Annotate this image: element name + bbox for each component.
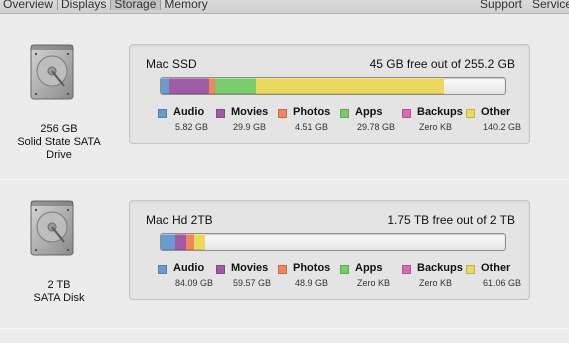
legend-label: Audio — [173, 262, 205, 274]
legend-label: Movies — [231, 106, 269, 118]
drive-capacity: 256 GB — [40, 123, 78, 135]
toolbar: Overview Displays Storage Memory Support… — [0, 0, 569, 14]
legend-label: Other — [481, 262, 511, 274]
drive-type: Solid State SATA — [17, 136, 101, 148]
legend-label: Apps — [355, 106, 383, 118]
drive-capacity: 2 TB — [47, 279, 71, 291]
legend-label: Other — [481, 106, 511, 118]
legend-label: Backups — [417, 106, 463, 118]
legend-label: Movies — [231, 262, 269, 274]
tab-displays[interactable]: Displays — [57, 0, 110, 10]
drive-caption: 256 GB Solid State SATA Drive — [4, 123, 114, 162]
drive-type: SATA Disk — [33, 292, 85, 304]
hard-drive-icon — [28, 200, 76, 256]
legend-swatch — [158, 109, 167, 118]
legend-swatch — [466, 265, 475, 274]
volume-panel: Mac SSD 45 GB free out of 255.2 GB Audio… — [129, 44, 530, 144]
usage-segment-other — [194, 234, 205, 250]
legend-swatch — [216, 265, 225, 274]
legend-swatch — [466, 109, 475, 118]
usage-segment-apps — [215, 78, 256, 94]
usage-segment-audio — [161, 78, 169, 94]
tab-support[interactable]: Support — [475, 0, 527, 10]
tab-memory[interactable]: Memory — [160, 0, 211, 10]
tab-overview[interactable]: Overview — [0, 0, 57, 10]
usage-segment-movies — [168, 78, 210, 94]
legend-size: 84.09 GB — [175, 278, 214, 288]
legend-size: Zero KB — [419, 278, 453, 288]
legend-size: 29.9 GB — [233, 122, 267, 132]
legend-label: Backups — [417, 262, 463, 274]
legend-size: 5.82 GB — [175, 122, 209, 132]
usage-segment-photos — [185, 234, 194, 250]
section-divider — [0, 328, 569, 329]
volume-panel: Mac Hd 2TB 1.75 TB free out of 2 TB Audi… — [129, 200, 530, 300]
usage-legend: Audio 5.82 GB Movies 29.9 GB Photos 4.51… — [158, 106, 528, 136]
legend-swatch — [216, 109, 225, 118]
volume-name: Mac SSD — [146, 57, 197, 71]
legend-swatch — [402, 109, 411, 118]
usage-bar — [160, 77, 506, 95]
right-tab-bar: Support Service — [475, 0, 569, 10]
legend-size: 61.06 GB — [483, 278, 522, 288]
volume-free-space: 45 GB free out of 255.2 GB — [369, 57, 515, 71]
usage-segment-other — [255, 78, 445, 94]
drive-caption: 2 TB SATA Disk — [4, 279, 114, 305]
legend-label: Audio — [173, 106, 205, 118]
usage-segment-movies — [175, 234, 186, 250]
legend-swatch — [278, 265, 287, 274]
drive-type-line2: Drive — [46, 149, 72, 161]
legend-swatch — [402, 265, 411, 274]
usage-segment-audio — [161, 234, 176, 250]
legend-label: Photos — [293, 106, 331, 118]
legend-label: Photos — [293, 262, 331, 274]
legend-label: Apps — [355, 262, 383, 274]
section-divider — [0, 179, 569, 180]
tab-service[interactable]: Service — [527, 0, 569, 10]
legend-size: Zero KB — [357, 278, 391, 288]
legend-swatch — [278, 109, 287, 118]
legend-size: 29.78 GB — [357, 122, 396, 132]
usage-legend: Audio 84.09 GB Movies 59.57 GB Photos 48… — [158, 262, 528, 292]
legend-size: 140.2 GB — [483, 122, 522, 132]
legend-swatch — [158, 265, 167, 274]
usage-bar — [160, 233, 506, 251]
tab-storage[interactable]: Storage — [110, 0, 161, 10]
legend-swatch — [340, 265, 349, 274]
legend-size: 59.57 GB — [233, 278, 272, 288]
hard-drive-icon — [28, 44, 76, 100]
volume-name: Mac Hd 2TB — [146, 213, 213, 227]
legend-swatch — [340, 109, 349, 118]
volume-free-space: 1.75 TB free out of 2 TB — [387, 213, 515, 227]
tab-bar: Overview Displays Storage Memory — [0, 0, 212, 10]
legend-size: 4.51 GB — [295, 122, 329, 132]
legend-size: 48.9 GB — [295, 278, 329, 288]
legend-size: Zero KB — [419, 122, 453, 132]
